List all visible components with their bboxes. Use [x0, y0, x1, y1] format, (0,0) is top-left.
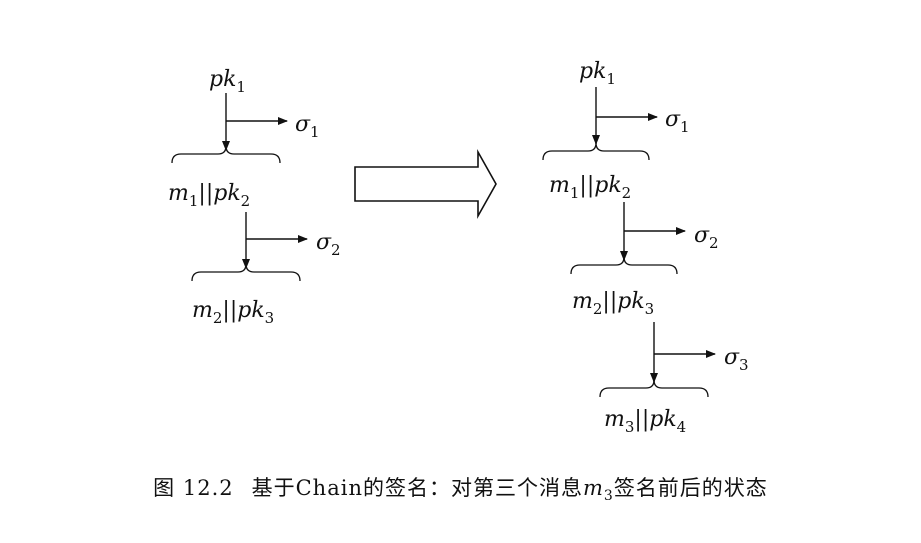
brace: [570, 256, 678, 275]
sigma1-label: σ1: [665, 107, 690, 136]
chain-signature-diagram: pk1 σ1 m1||pk2 σ2 m2||pk3 pk1 σ1 m1||pk2…: [168, 59, 749, 436]
message-block-label: m2||pk3: [192, 298, 274, 327]
message-block-label: m1||pk2: [549, 173, 631, 202]
message-block-label: m3||pk4: [604, 407, 686, 436]
brace: [542, 142, 650, 161]
pk1-label: pk1: [579, 59, 616, 88]
sigma2-label: σ2: [694, 223, 719, 252]
figure-caption: 图 12.2 基于Chain的签名：对第三个消息m3签名前后的状态: [0, 472, 921, 504]
sigma2-label: σ2: [316, 230, 341, 259]
after-state: pk1 σ1 m1||pk2 σ2 m2||pk3 σ3 m3||pk4: [542, 59, 749, 436]
caption-variable: m3: [582, 476, 614, 505]
figure-number: 图 12.2: [153, 476, 234, 500]
brace: [171, 145, 281, 164]
brace: [191, 263, 301, 282]
sigma3-label: σ3: [724, 345, 749, 374]
brace: [599, 379, 709, 398]
transition-arrow: [354, 148, 497, 220]
before-state: pk1 σ1 m1||pk2 σ2 m2||pk3: [168, 67, 341, 327]
message-block-label: m2||pk3: [572, 289, 654, 318]
message-block-label: m1||pk2: [168, 181, 250, 210]
pk1-label: pk1: [209, 67, 246, 96]
caption-text: 基于Chain的签名：对第三个消息: [251, 476, 583, 500]
sigma1-label: σ1: [295, 112, 320, 141]
caption-text-end: 签名前后的状态: [613, 476, 768, 500]
